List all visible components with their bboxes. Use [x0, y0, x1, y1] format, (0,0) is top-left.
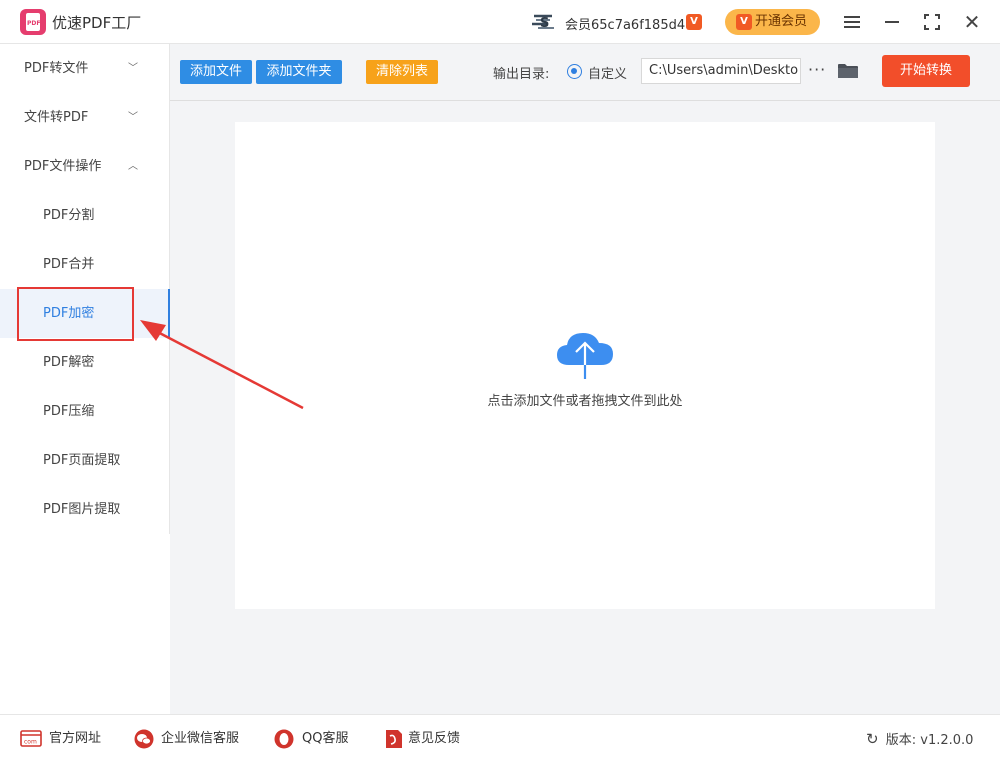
member-id-text: 会员65c7a6f185d4 — [565, 18, 686, 33]
sidebar-item-label: PDF转文件 — [24, 61, 89, 76]
more-options-icon[interactable]: ··· — [808, 60, 826, 79]
add-folder-button[interactable]: 添加文件夹 — [256, 60, 342, 84]
wechat-support-label: 企业微信客服 — [161, 731, 240, 746]
chevron-down-icon: ﹀ — [128, 63, 138, 74]
sidebar-item-label: 文件转PDF — [24, 110, 89, 125]
sidebar-item-pdf-to-file[interactable]: PDF转文件 ﹀ — [0, 44, 170, 93]
drop-hint-text: 点击添加文件或者拖拽文件到此处 — [487, 394, 683, 409]
open-vip-button[interactable]: V 开通会员 — [725, 9, 820, 35]
refresh-icon[interactable]: ↻ — [866, 730, 879, 748]
minimize-icon[interactable] — [880, 10, 904, 34]
wechat-support-link[interactable]: 企业微信客服 — [133, 729, 239, 749]
sidebar: PDF转文件 ﹀ 文件转PDF ﹀ PDF文件操作 ︿ PDF分割 PDF合并 … — [0, 44, 170, 534]
sidebar-item-pdf-split[interactable]: PDF分割 — [0, 191, 170, 240]
maximize-icon[interactable] — [920, 10, 944, 34]
qq-support-link[interactable]: QQ客服 — [273, 729, 348, 749]
feedback-link[interactable]: 意见反馈 — [383, 729, 460, 749]
vip-badge-icon: V — [686, 14, 702, 30]
sidebar-item-file-to-pdf[interactable]: 文件转PDF ﹀ — [0, 93, 170, 142]
sidebar-item-label: PDF页面提取 — [43, 453, 121, 468]
chevron-down-icon: ﹀ — [128, 112, 138, 123]
output-path-field[interactable]: C:\Users\admin\Deskto — [641, 58, 801, 84]
vip-icon: V — [736, 14, 752, 30]
svg-text:com: com — [24, 739, 37, 746]
output-dir-label: 输出目录: — [493, 67, 550, 82]
feedback-icon — [386, 730, 402, 748]
title-bar: PDF 优速PDF工厂 S 会员65c7a6f185d4 V V 开通会员 ✕ — [0, 0, 1000, 44]
website-label: 官方网址 — [49, 731, 102, 746]
sidebar-item-label: PDF合并 — [43, 257, 95, 272]
wechat-icon — [134, 729, 154, 749]
custom-dir-label: 自定义 — [588, 67, 628, 82]
qq-support-label: QQ客服 — [302, 731, 349, 746]
version-info: ↻ 版本: v1.2.0.0 — [866, 729, 973, 751]
feedback-label: 意见反馈 — [408, 731, 461, 746]
website-link[interactable]: com 官方网址 — [20, 729, 101, 749]
svg-text:S: S — [540, 16, 549, 31]
start-convert-button[interactable]: 开始转换 — [882, 55, 970, 87]
add-file-button[interactable]: 添加文件 — [180, 60, 252, 84]
sidebar-item-label: PDF压缩 — [43, 404, 95, 419]
qq-icon — [274, 729, 294, 749]
website-icon: com — [20, 730, 42, 747]
sidebar-item-pdf-operations[interactable]: PDF文件操作 ︿ — [0, 142, 170, 191]
sidebar-item-label: PDF文件操作 — [24, 159, 102, 174]
custom-dir-radio[interactable] — [567, 64, 582, 79]
file-drop-zone[interactable]: 点击添加文件或者拖拽文件到此处 — [235, 122, 935, 609]
member-avatar-icon: S — [532, 14, 554, 31]
version-label: 版本: — [885, 733, 917, 748]
sidebar-item-pdf-compress[interactable]: PDF压缩 — [0, 387, 170, 436]
folder-icon[interactable] — [837, 63, 859, 79]
app-title: 优速PDF工厂 — [52, 14, 142, 32]
version-value: v1.2.0.0 — [920, 733, 974, 748]
sidebar-item-pdf-decrypt[interactable]: PDF解密 — [0, 338, 170, 387]
chevron-up-icon: ︿ — [128, 161, 138, 172]
cloud-upload-icon — [557, 333, 613, 379]
sidebar-item-label: PDF解密 — [43, 355, 95, 370]
footer-bar: com 官方网址 企业微信客服 QQ客服 意见反馈 ↻ 版本: v1.2.0.0 — [0, 714, 1000, 760]
sidebar-item-pdf-merge[interactable]: PDF合并 — [0, 240, 170, 289]
sidebar-item-pdf-image-extract[interactable]: PDF图片提取 — [0, 485, 170, 534]
sidebar-item-label: PDF分割 — [43, 208, 95, 223]
app-logo-icon: PDF — [20, 9, 46, 35]
sidebar-item-pdf-page-extract[interactable]: PDF页面提取 — [0, 436, 170, 485]
open-vip-label: 开通会员 — [755, 14, 808, 29]
sidebar-item-pdf-encrypt[interactable]: PDF加密 — [0, 289, 170, 338]
close-icon[interactable]: ✕ — [960, 10, 984, 34]
sidebar-item-label: PDF图片提取 — [43, 502, 121, 517]
menu-icon[interactable] — [840, 10, 864, 34]
sidebar-item-label: PDF加密 — [43, 306, 95, 321]
clear-list-button[interactable]: 清除列表 — [366, 60, 438, 84]
sidebar-empty-area — [0, 534, 170, 714]
